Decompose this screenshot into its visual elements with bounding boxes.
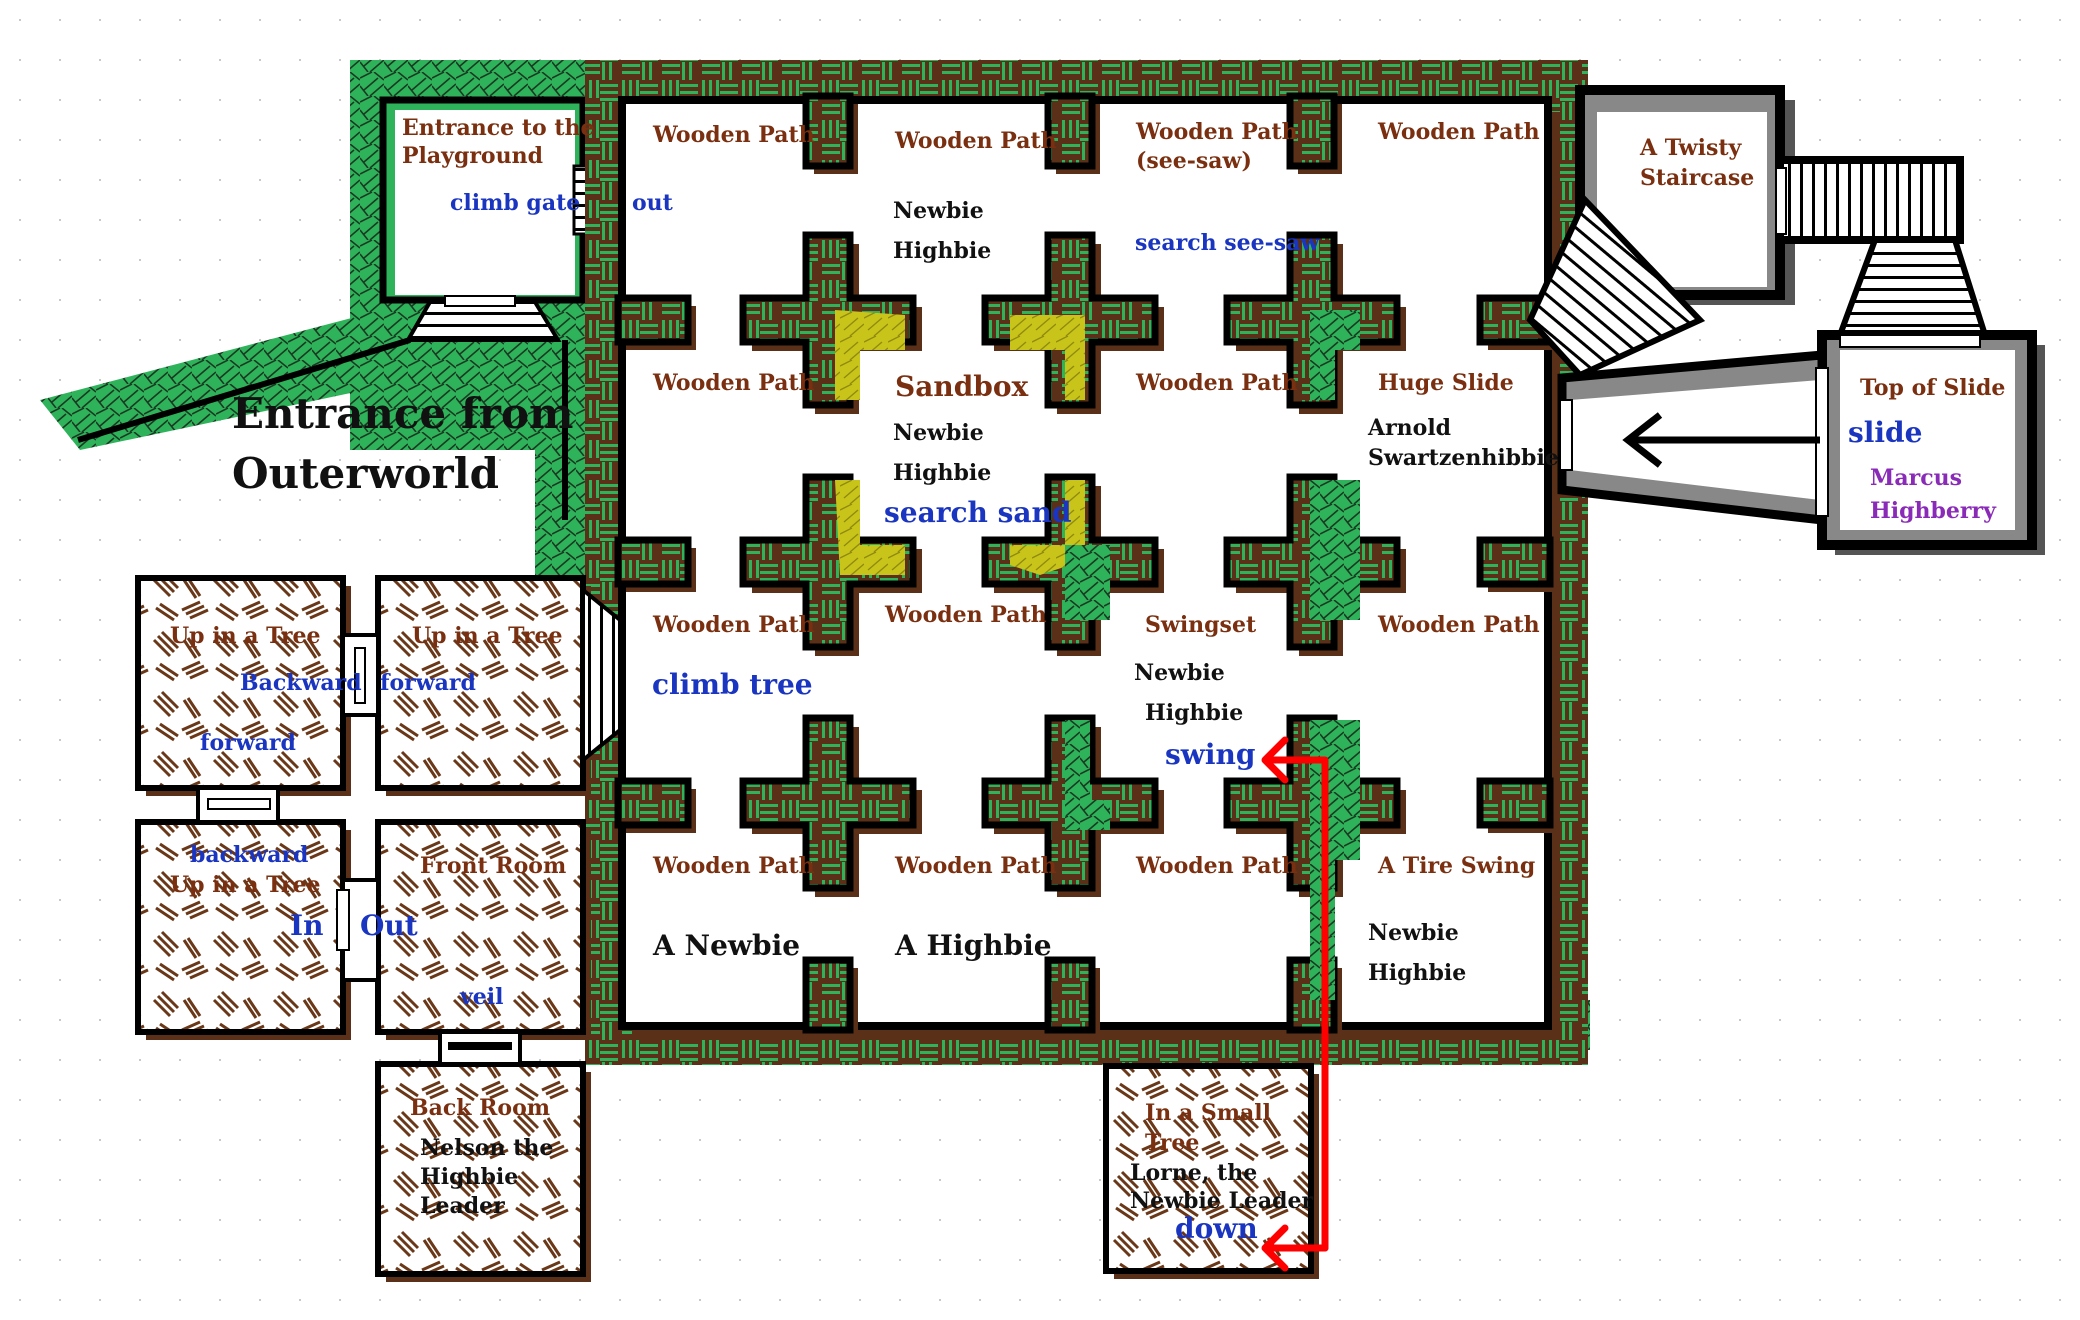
cmd-search-sand[interactable]: search sand	[884, 496, 1071, 529]
room-label-huge-slide[interactable]: Huge Slide	[1378, 370, 1514, 396]
npc-newbie-2[interactable]: Newbie	[893, 420, 984, 446]
cmd-down[interactable]: down	[1175, 1212, 1258, 1245]
cmd-in[interactable]: In	[290, 909, 323, 942]
wall-stub-right	[1476, 777, 1554, 829]
npc-marcus-2[interactable]: Highberry	[1870, 498, 1997, 524]
room-label-tree-1[interactable]: Up in a Tree	[170, 623, 321, 649]
room-label-wooden-path-6[interactable]: Wooden Path	[1135, 370, 1298, 396]
npc-lorne-2[interactable]: Newbie Leader	[1130, 1188, 1314, 1214]
room-label-wooden-path-seesaw-2[interactable]: (see-saw)	[1136, 148, 1252, 174]
npc-a-newbie[interactable]: A Newbie	[652, 929, 800, 962]
cmd-veil[interactable]: veil	[459, 984, 504, 1010]
npc-newbie-1[interactable]: Newbie	[893, 198, 984, 224]
cmd-out[interactable]: out	[632, 190, 674, 216]
slide-chute[interactable]	[1557, 350, 1829, 526]
room-label-twisty-2[interactable]: Staircase	[1640, 165, 1754, 191]
room-label-wooden-path-9[interactable]: Wooden Path	[1377, 612, 1540, 638]
room-label-swingset[interactable]: Swingset	[1145, 612, 1257, 638]
room-label-small-tree-2[interactable]: Tree	[1145, 1130, 1199, 1156]
cmd-slide[interactable]: slide	[1848, 416, 1922, 449]
room-label-top-of-slide[interactable]: Top of Slide	[1860, 375, 2005, 401]
npc-highbie-2[interactable]: Highbie	[893, 460, 991, 486]
room-label-wooden-path-10[interactable]: Wooden Path	[652, 853, 815, 879]
room-label-twisty-1[interactable]: A Twisty	[1639, 135, 1743, 161]
room-label-wooden-path-5[interactable]: Wooden Path	[652, 370, 815, 396]
room-label-tree-2[interactable]: Up in a Tree	[412, 623, 563, 649]
room-label-wooden-path-11[interactable]: Wooden Path	[894, 853, 1057, 879]
cmd-climb-gate[interactable]: climb gate	[450, 190, 580, 216]
npc-arnold-2[interactable]: Swartzenhibbie	[1368, 445, 1559, 471]
room-label-wooden-path-4[interactable]: Wooden Path	[1377, 119, 1540, 145]
npc-nelson-3[interactable]: Leader	[420, 1193, 505, 1219]
room-label-small-tree-1[interactable]: In a Small	[1145, 1100, 1271, 1126]
npc-highbie-1[interactable]: Highbie	[893, 238, 991, 264]
npc-a-highbie[interactable]: A Highbie	[894, 929, 1052, 962]
cmd-backward-1[interactable]: Backward	[240, 670, 362, 696]
room-label-tire-swing[interactable]: A Tire Swing	[1377, 853, 1535, 879]
room-label-wooden-path-2[interactable]: Wooden Path	[894, 128, 1057, 154]
room-label-sandbox[interactable]: Sandbox	[895, 370, 1029, 403]
room-label-wooden-path-8[interactable]: Wooden Path	[884, 602, 1047, 628]
room-label-front-room[interactable]: Front Room	[420, 853, 566, 879]
npc-newbie-4[interactable]: Newbie	[1368, 920, 1459, 946]
room-label-back-room[interactable]: Back Room	[410, 1095, 550, 1121]
room-label-entrance-1[interactable]: Entrance to the	[402, 115, 594, 141]
cmd-out-2[interactable]: Out	[360, 909, 418, 942]
room-label-tree-3[interactable]: Up in a Tree	[170, 872, 321, 898]
wall-stub-bottom	[802, 956, 854, 1034]
npc-nelson-2[interactable]: Highbie	[420, 1164, 518, 1190]
cmd-backward-2[interactable]: backward	[190, 842, 308, 868]
wall-stub-bottom	[1044, 956, 1096, 1034]
room-label-wooden-path-7[interactable]: Wooden Path	[652, 612, 815, 638]
playground-map: Entrance from Outerworld Entrance to the…	[0, 0, 2080, 1320]
room-label-wooden-path-1[interactable]: Wooden Path	[652, 122, 815, 148]
npc-lorne-1[interactable]: Lorne, the	[1130, 1160, 1257, 1186]
wall-stub-right	[1476, 536, 1554, 588]
cmd-search-seesaw[interactable]: search see-saw	[1135, 230, 1320, 256]
npc-arnold-1[interactable]: Arnold	[1367, 415, 1451, 441]
room-label-entrance-2[interactable]: Playground	[402, 143, 543, 169]
room-label-wooden-path-seesaw-1[interactable]: Wooden Path	[1135, 119, 1298, 145]
npc-nelson-1[interactable]: Nelson the	[420, 1135, 553, 1161]
cmd-forward-2[interactable]: forward	[200, 730, 296, 756]
npc-highbie-3[interactable]: Highbie	[1145, 700, 1243, 726]
npc-newbie-3[interactable]: Newbie	[1134, 660, 1225, 686]
npc-highbie-4[interactable]: Highbie	[1368, 960, 1466, 986]
wall-stub-left	[614, 777, 692, 829]
cmd-forward-1[interactable]: forward	[380, 670, 476, 696]
npc-marcus-1[interactable]: Marcus	[1870, 465, 1962, 491]
region-title-line-2: Outerworld	[232, 449, 499, 498]
wall-stub-left	[614, 536, 692, 588]
cmd-climb-tree[interactable]: climb tree	[652, 668, 813, 701]
wall-stub-left	[614, 294, 692, 346]
region-title-line-1: Entrance from	[232, 389, 573, 438]
room-label-wooden-path-12[interactable]: Wooden Path	[1135, 853, 1298, 879]
cmd-swing[interactable]: swing	[1165, 738, 1255, 771]
